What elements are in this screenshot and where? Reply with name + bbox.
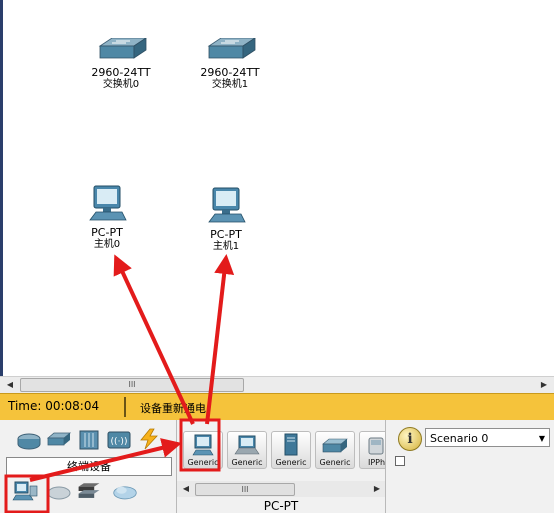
logical-workspace[interactable]: 2960-24TT 交换机0 2960-24TT 交换机1 PC-PT 主机0 [0, 0, 554, 376]
switch-icon[interactable] [46, 430, 72, 452]
connection-icon[interactable] [136, 428, 162, 450]
pc-icon [89, 185, 127, 221]
device-model: 2960-24TT [200, 66, 260, 79]
device-button-ip-phone[interactable]: IPPho [359, 431, 386, 469]
pc-icon [192, 434, 214, 456]
cloud-icon[interactable] [112, 481, 138, 503]
custom-device-icon[interactable] [76, 480, 102, 502]
device-model: PC-PT [91, 226, 123, 239]
device-panel-scrollbar[interactable]: ◀ III ▶ [177, 481, 385, 497]
device-pc-0[interactable]: PC-PT 主机0 [62, 184, 152, 251]
scenario-value: Scenario 0 [430, 432, 489, 445]
workspace-horizontal-scrollbar[interactable]: ◀ III ▶ [0, 376, 554, 393]
scroll-right-arrow-icon[interactable]: ▶ [371, 483, 383, 495]
device-button-generic-laptop[interactable]: Generic [227, 431, 267, 469]
status-bar: Time: 00:08:04 设备重新通电 [0, 393, 554, 421]
device-model: PC-PT [210, 228, 242, 241]
device-toolbox: ((·)) 终端设备 Generic Generic Generic Gener… [0, 420, 554, 513]
scenario-panel: i Scenario 0 ▼ [386, 420, 554, 513]
category-label: 终端设备 [6, 457, 172, 476]
device-button-label: Generic [187, 458, 219, 467]
ip-phone-icon [368, 437, 384, 455]
device-switch-1[interactable]: 2960-24TT 交换机1 [185, 37, 275, 91]
device-model: 2960-24TT [91, 66, 151, 79]
hub-icon[interactable] [76, 429, 102, 451]
switch-icon [98, 37, 148, 59]
device-button-label: Generic [319, 458, 351, 467]
scrollbar-thumb[interactable]: III [195, 483, 295, 496]
device-button-generic-pc[interactable]: Generic [183, 431, 223, 469]
chevron-down-icon: ▼ [538, 434, 545, 443]
device-switch-0[interactable]: 2960-24TT 交换机0 [76, 37, 166, 91]
status-divider [124, 397, 126, 417]
simulation-time: Time: 00:08:04 [8, 399, 100, 413]
power-cycle-devices-button[interactable]: 设备重新通电 [140, 400, 206, 416]
end-device-icon[interactable] [12, 480, 38, 502]
device-name: 交换机1 [211, 79, 249, 90]
device-name: 主机0 [93, 239, 121, 250]
device-selection-panel: Generic Generic Generic Generic IPPh ◀ I… [177, 420, 386, 513]
router-icon[interactable] [16, 430, 42, 452]
scenario-checkbox[interactable] [395, 456, 405, 466]
device-button-label: IPPho [368, 458, 386, 467]
printer-icon [322, 438, 348, 453]
selected-model-label: PC-PT [263, 499, 299, 513]
pc-icon [208, 187, 246, 223]
laptop-icon [234, 435, 260, 455]
workspace-edge [0, 0, 3, 376]
svg-text:((·)): ((·)) [111, 437, 128, 447]
device-button-label: Generic [231, 458, 263, 467]
wan-icon[interactable] [46, 482, 72, 504]
device-pc-1[interactable]: PC-PT 主机1 [181, 186, 271, 253]
device-name: 交换机0 [102, 79, 140, 90]
switch-icon [207, 37, 257, 59]
scroll-right-arrow-icon[interactable]: ▶ [536, 377, 552, 393]
scroll-left-arrow-icon[interactable]: ◀ [180, 483, 192, 495]
scrollbar-thumb[interactable]: III [20, 378, 244, 392]
device-button-generic-server[interactable]: Generic [271, 431, 311, 469]
device-name: 主机1 [212, 241, 240, 252]
scenario-select[interactable]: Scenario 0 ▼ [425, 428, 550, 447]
device-category-panel: ((·)) 终端设备 [0, 420, 177, 513]
wireless-icon[interactable]: ((·)) [106, 429, 132, 451]
device-button-label: Generic [275, 458, 307, 467]
scroll-left-arrow-icon[interactable]: ◀ [2, 377, 18, 393]
info-icon[interactable]: i [398, 427, 422, 451]
device-button-generic-printer[interactable]: Generic [315, 431, 355, 469]
server-icon [284, 433, 298, 456]
